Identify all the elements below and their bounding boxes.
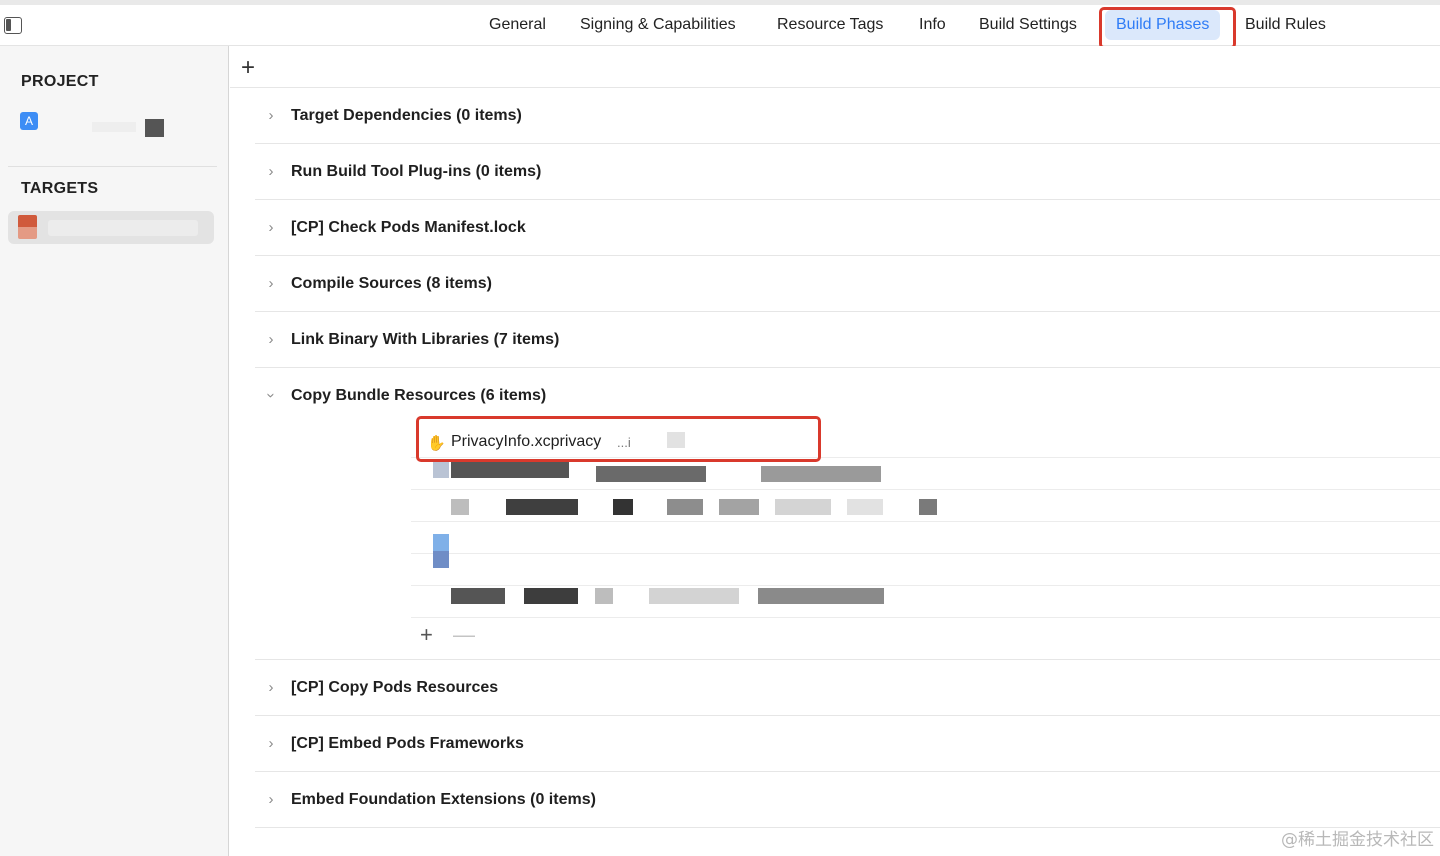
resource-row-redacted[interactable] bbox=[411, 554, 1440, 586]
targets-section-header: TARGETS bbox=[21, 180, 99, 197]
remove-resource-button[interactable]: — bbox=[453, 622, 475, 648]
resource-list-controls: + — bbox=[420, 622, 489, 648]
build-phases-editor: + › Target Dependencies (0 items) › Run … bbox=[230, 46, 1440, 856]
redacted-pixels bbox=[919, 499, 937, 515]
redacted-pixels bbox=[595, 588, 613, 604]
sidebar-target-item[interactable] bbox=[8, 211, 214, 244]
xcode-project-icon[interactable]: A bbox=[20, 112, 38, 130]
file-icon bbox=[433, 462, 449, 478]
hand-privacy-icon: ✋ bbox=[427, 435, 446, 452]
redacted-pixels bbox=[451, 462, 569, 478]
resource-row-privacyinfo[interactable]: ✋ PrivacyInfo.xcprivacy ...i bbox=[411, 426, 1440, 458]
add-build-phase-button[interactable]: + bbox=[241, 56, 255, 80]
redacted-pixels bbox=[649, 588, 739, 604]
resource-row-redacted[interactable] bbox=[411, 490, 1440, 522]
phase-title: Embed Foundation Extensions (0 items) bbox=[291, 791, 596, 808]
tab-list: General Signing & Capabilities Resource … bbox=[0, 5, 1440, 46]
redacted-pixels bbox=[596, 466, 706, 482]
redacted-pixels bbox=[847, 499, 883, 515]
chevron-right-icon[interactable]: › bbox=[264, 107, 278, 124]
sidebar-divider bbox=[8, 166, 217, 167]
chevron-right-icon[interactable]: › bbox=[264, 163, 278, 180]
tab-general[interactable]: General bbox=[489, 10, 546, 40]
phase-compile-sources[interactable]: › Compile Sources (8 items) bbox=[255, 256, 1440, 312]
redacted-pixels bbox=[758, 588, 884, 604]
chevron-right-icon[interactable]: › bbox=[264, 679, 278, 696]
project-section-header: PROJECT bbox=[21, 73, 99, 90]
phase-link-binary-with-libraries[interactable]: › Link Binary With Libraries (7 items) bbox=[255, 312, 1440, 368]
redacted-pixels bbox=[667, 499, 703, 515]
chevron-right-icon[interactable]: › bbox=[264, 791, 278, 808]
redacted-pixels bbox=[506, 499, 578, 515]
project-navigator-sidebar: PROJECT A TARGETS bbox=[0, 46, 229, 856]
tab-resource-tags[interactable]: Resource Tags bbox=[777, 10, 883, 40]
phase-check-pods-manifest[interactable]: › [CP] Check Pods Manifest.lock bbox=[255, 200, 1440, 256]
redacted-pixels bbox=[761, 466, 881, 482]
chevron-down-icon[interactable]: › bbox=[263, 389, 280, 403]
project-name-redacted-block bbox=[145, 119, 164, 137]
phase-embed-foundation-extensions[interactable]: › Embed Foundation Extensions (0 items) bbox=[255, 772, 1440, 828]
phase-title: Compile Sources (8 items) bbox=[291, 275, 492, 292]
redacted-pixels bbox=[775, 499, 831, 515]
app-target-icon bbox=[18, 215, 37, 239]
target-name-redacted bbox=[48, 220, 198, 236]
tab-build-phases[interactable]: Build Phases bbox=[1105, 10, 1221, 40]
tab-build-settings[interactable]: Build Settings bbox=[979, 10, 1077, 40]
resource-file-name: PrivacyInfo.xcprivacy bbox=[451, 433, 602, 450]
redacted-pixels bbox=[613, 499, 633, 515]
add-resource-button[interactable]: + bbox=[420, 622, 433, 648]
phase-target-dependencies[interactable]: › Target Dependencies (0 items) bbox=[255, 88, 1440, 144]
chevron-right-icon[interactable]: › bbox=[264, 331, 278, 348]
redacted-pixels bbox=[719, 499, 759, 515]
phase-title: Link Binary With Libraries (7 items) bbox=[291, 331, 560, 348]
watermark: @稀土掘金技术社区 bbox=[1281, 830, 1434, 850]
chevron-right-icon[interactable]: › bbox=[264, 735, 278, 752]
phase-copy-pods-resources[interactable]: › [CP] Copy Pods Resources bbox=[255, 660, 1440, 716]
resource-row-redacted[interactable] bbox=[411, 458, 1440, 490]
phase-embed-pods-frameworks[interactable]: › [CP] Embed Pods Frameworks bbox=[255, 716, 1440, 772]
tab-build-rules[interactable]: Build Rules bbox=[1245, 10, 1326, 40]
redacted-pixels bbox=[524, 588, 578, 604]
chevron-right-icon[interactable]: › bbox=[264, 219, 278, 236]
phase-title: [CP] Embed Pods Frameworks bbox=[291, 735, 524, 752]
phase-title: [CP] Check Pods Manifest.lock bbox=[291, 219, 526, 236]
tab-info[interactable]: Info bbox=[919, 10, 946, 40]
redacted-pixels bbox=[451, 499, 469, 515]
redacted-pixels bbox=[451, 588, 505, 604]
phase-title: Target Dependencies (0 items) bbox=[291, 107, 522, 124]
editor-tab-bar: General Signing & Capabilities Resource … bbox=[0, 0, 1440, 46]
resource-row-redacted[interactable] bbox=[411, 586, 1440, 618]
project-name-redacted bbox=[92, 122, 136, 132]
redacted-pixels bbox=[667, 432, 685, 448]
phase-title: [CP] Copy Pods Resources bbox=[291, 679, 499, 696]
tab-signing-capabilities[interactable]: Signing & Capabilities bbox=[580, 10, 736, 40]
phase-run-build-tool-plugins[interactable]: › Run Build Tool Plug-ins (0 items) bbox=[255, 144, 1440, 200]
resource-file-path: ...i bbox=[617, 435, 631, 450]
phase-title: Run Build Tool Plug-ins (0 items) bbox=[291, 163, 542, 180]
phase-title: Copy Bundle Resources (6 items) bbox=[291, 387, 547, 404]
chevron-right-icon[interactable]: › bbox=[264, 275, 278, 292]
resource-row-redacted[interactable] bbox=[411, 522, 1440, 568]
